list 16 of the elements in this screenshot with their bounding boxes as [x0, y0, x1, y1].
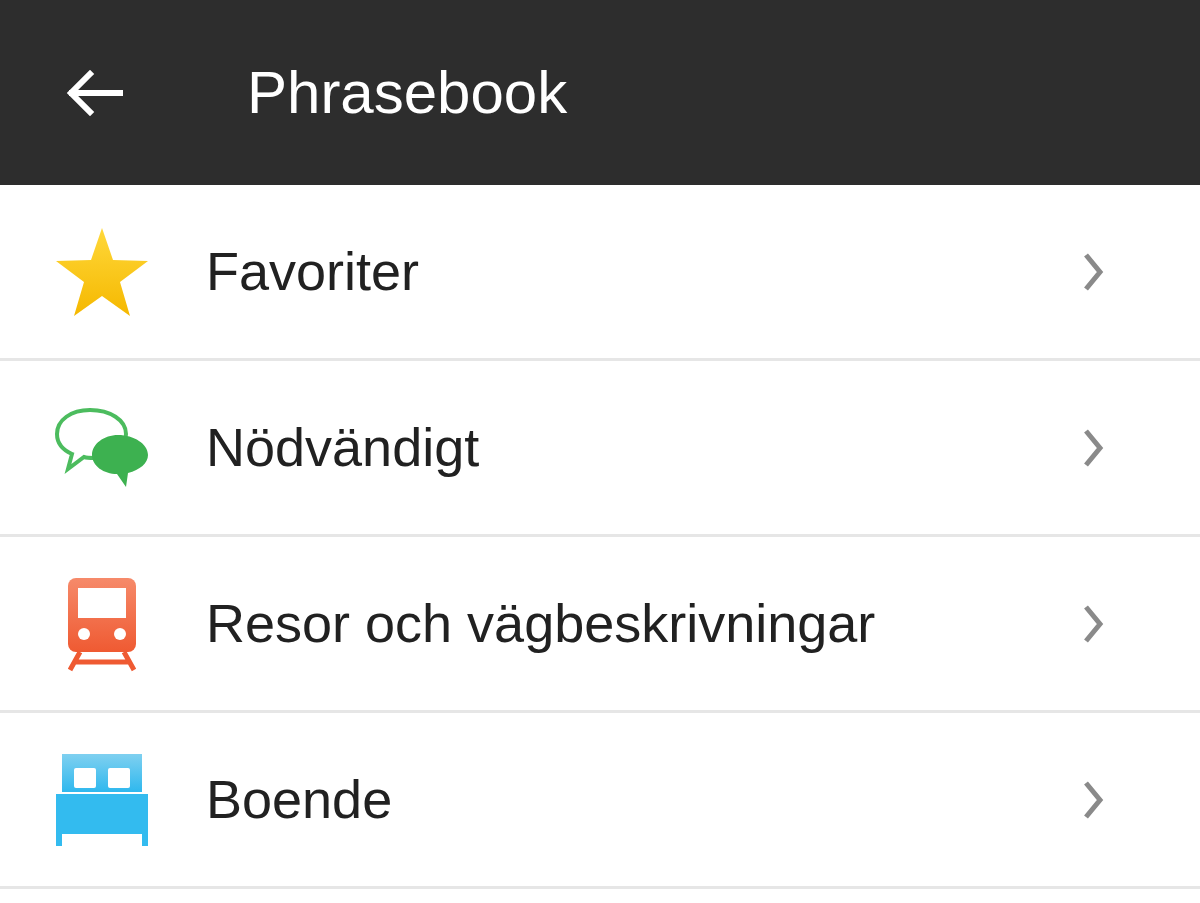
- chevron-right-icon: [1082, 779, 1104, 820]
- chevron-right-icon: [1082, 251, 1104, 292]
- category-label: Boende: [206, 768, 394, 831]
- category-item[interactable]: Resor och vägbeskrivningar: [0, 537, 1200, 713]
- category-label: Resor och vägbeskrivningar: [206, 592, 877, 655]
- back-arrow-icon: [66, 69, 124, 116]
- bed-icon: [54, 751, 150, 848]
- chevron-right-icon: [1082, 603, 1104, 644]
- category-label: Nödvändigt: [206, 416, 481, 479]
- category-item[interactable]: Favoriter: [0, 185, 1200, 361]
- speech-bubbles-icon: [54, 406, 150, 489]
- category-label: Favoriter: [206, 240, 421, 303]
- chevron-right-icon: [1082, 427, 1104, 468]
- screen-title: Phrasebook: [247, 62, 568, 123]
- category-item[interactable]: Nödvändigt: [0, 361, 1200, 537]
- category-item[interactable]: Boende: [0, 713, 1200, 889]
